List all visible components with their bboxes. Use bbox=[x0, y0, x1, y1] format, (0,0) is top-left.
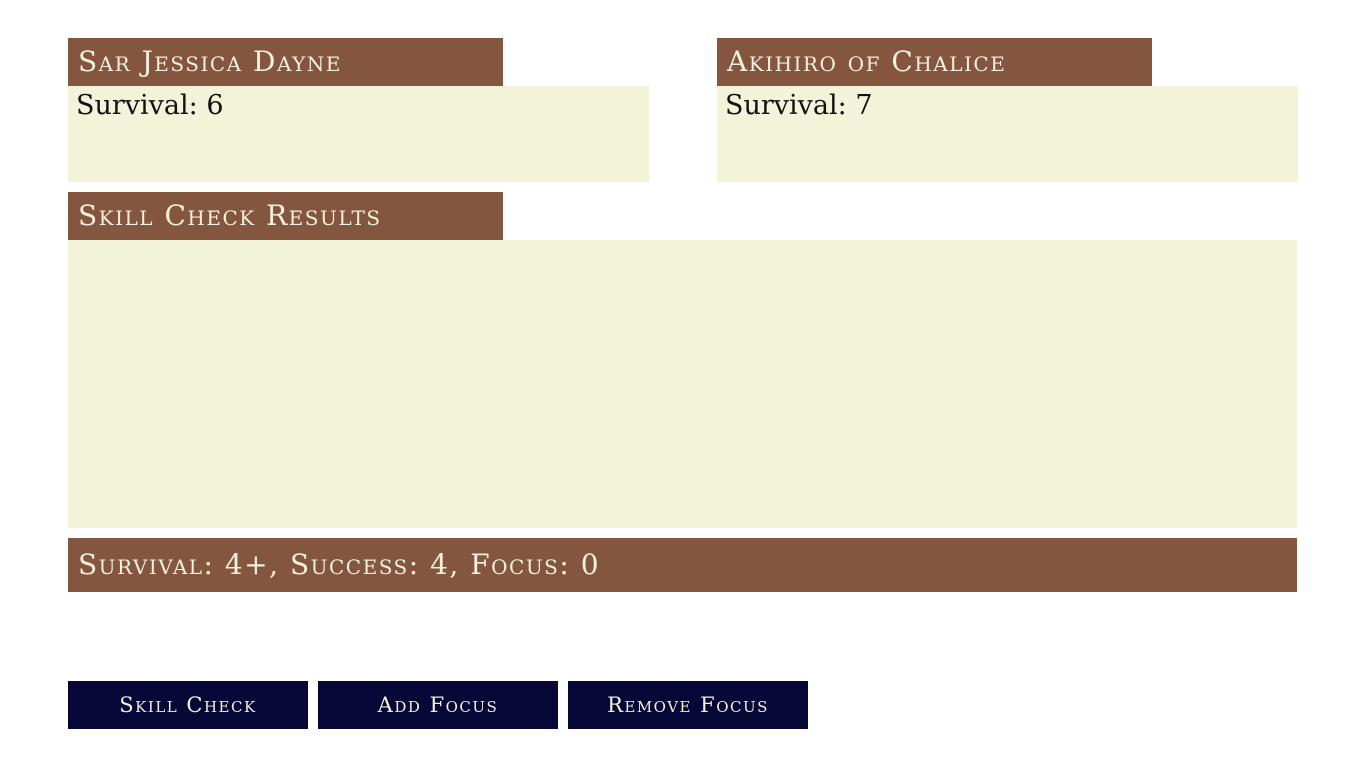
character-1-name-header: Sar Jessica Dayne bbox=[68, 38, 503, 86]
results-panel bbox=[68, 240, 1297, 528]
results-header: Skill Check Results bbox=[68, 192, 503, 240]
character-1-survival: Survival: 6 bbox=[76, 90, 224, 121]
skill-check-button[interactable]: Skill Check bbox=[68, 681, 308, 729]
character-2-name-header: Akihiro of Chalice bbox=[717, 38, 1152, 86]
add-focus-button[interactable]: Add Focus bbox=[318, 681, 558, 729]
character-2-panel: Survival: 7 bbox=[717, 86, 1298, 182]
character-2-survival: Survival: 7 bbox=[725, 90, 873, 121]
remove-focus-button[interactable]: Remove Focus bbox=[568, 681, 808, 729]
character-1-panel: Survival: 6 bbox=[68, 86, 649, 182]
results-status-bar: Survival: 4+, Success: 4, Focus: 0 bbox=[68, 538, 1297, 592]
